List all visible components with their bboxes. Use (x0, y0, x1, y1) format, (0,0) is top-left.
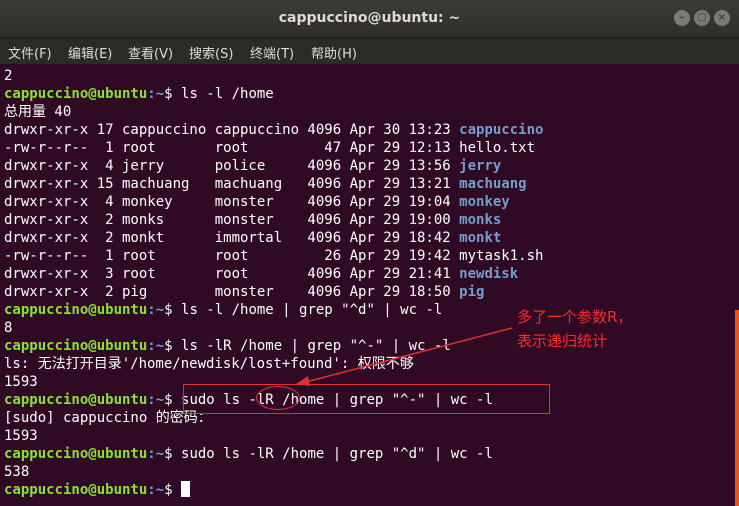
annotation-note-2: 表示递归统计 (517, 332, 608, 350)
annotation-arrow (296, 327, 513, 386)
annotation-note-1: 多了一个参数R， (517, 308, 633, 326)
